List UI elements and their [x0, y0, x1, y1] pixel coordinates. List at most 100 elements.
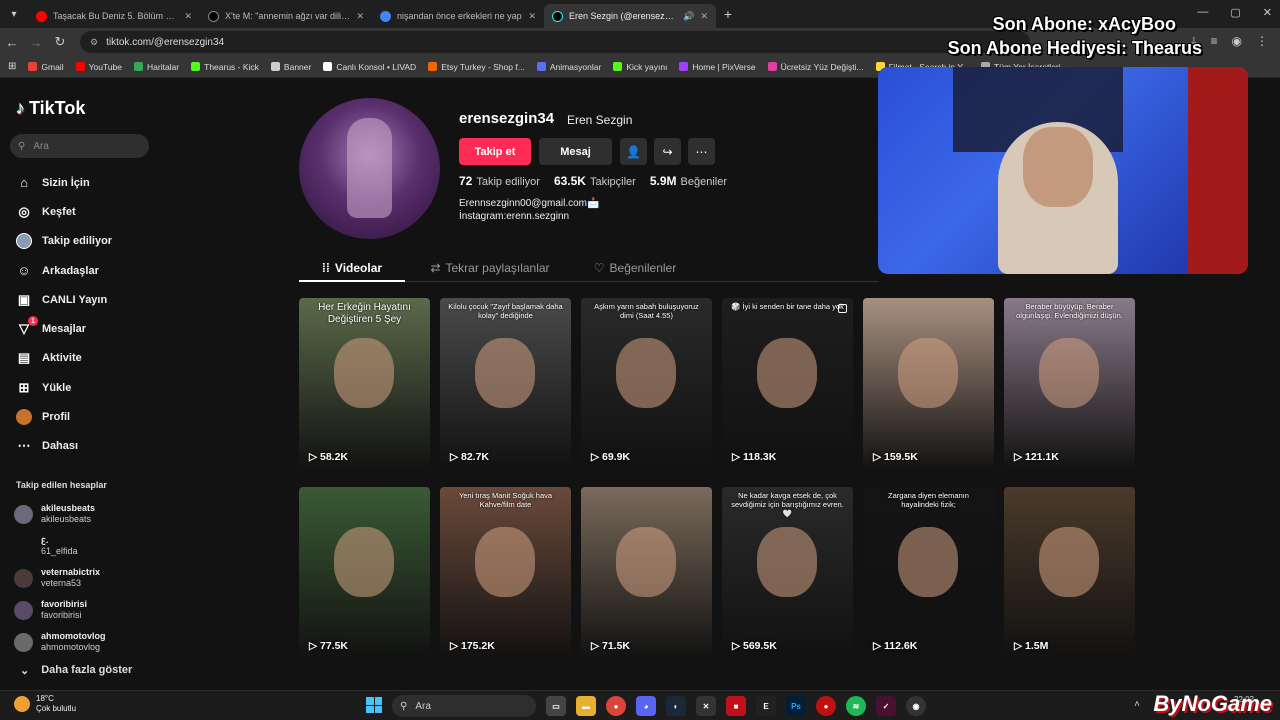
search-input[interactable]: ⚲ Ara	[10, 134, 149, 158]
close-icon[interactable]: ✕	[356, 11, 364, 22]
bookmark[interactable]: Haritalar	[134, 62, 179, 72]
close-icon[interactable]: ✕	[184, 11, 192, 22]
tab-search-chevron-icon[interactable]: ▾	[0, 9, 28, 20]
close-icon[interactable]: ✕	[528, 11, 536, 22]
message-button[interactable]: Mesaj	[539, 138, 612, 165]
video-card[interactable]: Her Erkeğin Hayatını Değiştiren 5 Şey ▷ 5…	[299, 298, 430, 471]
video-card[interactable]: ▷ 71.5K	[581, 487, 712, 660]
game-app-icon[interactable]: ■	[726, 696, 746, 716]
bookmark[interactable]: Thearus - Kick	[191, 62, 259, 72]
sidebar-item-profile[interactable]: Profil	[16, 402, 166, 431]
video-card[interactable]: 🎲 İyi ki senden bir tane daha yok ▷ 118.3…	[722, 298, 853, 471]
site-info-icon[interactable]: ⚙	[90, 37, 98, 48]
minimize-icon[interactable]: —	[1197, 6, 1208, 19]
sidebar-item-for-you[interactable]: ⌂ Sizin İçin	[16, 168, 166, 197]
account-icon[interactable]: ◉	[1232, 34, 1242, 49]
following-account[interactable]: akileusbeats akileusbeats	[14, 498, 164, 530]
sidebar-item-more[interactable]: ⋯ Dahası	[16, 432, 166, 461]
new-tab-button[interactable]: +	[716, 6, 740, 22]
taskbar-search[interactable]: ⚲ Ara	[392, 695, 536, 717]
sidebar-item-following[interactable]: Takip ediliyor	[16, 227, 166, 256]
tiktok-logo[interactable]: ♪ TikTok	[16, 98, 85, 119]
maximize-icon[interactable]: ▢	[1230, 6, 1240, 19]
show-more-label: Daha fazla göster	[41, 664, 133, 676]
windows-start-icon[interactable]	[366, 697, 382, 713]
video-card[interactable]: Beraber büyüyüp. Beraber olgunlaşıp. Evl…	[1004, 298, 1135, 471]
bookmark[interactable]: Gmail	[28, 62, 64, 72]
bookmark[interactable]: Home | PixVerse	[679, 62, 756, 72]
following-stat[interactable]: 72 Takip ediliyor	[459, 174, 540, 188]
editor-app-icon[interactable]: ✓	[876, 696, 896, 716]
sidebar-item-messages[interactable]: ▽ 1 Mesajlar	[16, 314, 166, 343]
bookmark-label: Banner	[283, 61, 312, 72]
followers-count: 63.5K	[553, 174, 586, 188]
show-more-accounts-button[interactable]: ⌄ Daha fazla göster	[20, 664, 132, 677]
file-explorer-icon[interactable]: ▬	[576, 696, 596, 716]
sidebar-item-activity[interactable]: ▤ Aktivite	[16, 344, 166, 373]
followers-stat[interactable]: 63.5K Takipçiler	[554, 174, 636, 188]
share-button[interactable]: ↪	[654, 138, 681, 165]
follow-button[interactable]: Takip et	[459, 138, 531, 165]
bookmark[interactable]: YouTube	[75, 62, 122, 72]
tab-reposts[interactable]: ⇄ Tekrar paylaşılanlar	[405, 254, 575, 281]
bookmark[interactable]: Banner	[270, 61, 312, 72]
sidebar-item-explore[interactable]: ◎ Keşfet	[16, 197, 166, 226]
url-field[interactable]: ⚙ tiktok.com/@erensezgin34	[80, 31, 1030, 53]
sidebar-item-label: Takip ediliyor	[42, 235, 113, 248]
back-icon[interactable]: ←	[0, 35, 24, 50]
browser-tab[interactable]: Taşacak Bu Deniz 5. Bölüm @trt ✕	[28, 4, 200, 28]
apps-grid-icon[interactable]: ⊞	[8, 61, 16, 72]
xbox-icon[interactable]: ✕	[696, 696, 716, 716]
play-icon: ▷	[1014, 451, 1025, 463]
sidebar-item-upload[interactable]: ⊞ Yükle	[16, 373, 166, 402]
bookmark-label: Etsy Turkey - Shop f...	[441, 61, 525, 72]
video-card[interactable]: ▷ 159.5K	[863, 298, 994, 471]
record-icon[interactable]: ●	[816, 696, 836, 716]
video-card[interactable]: Aşkım yarın sabah buluşuyoruz dimi (Saat…	[581, 298, 712, 471]
video-card[interactable]: Kilolu çocuk "Zayıf başlamak daha kolay"…	[440, 298, 571, 471]
tab-videos[interactable]: ⁞⁞ Videolar	[299, 254, 405, 282]
suggested-accounts-button[interactable]: 👤	[620, 138, 647, 165]
bookmark[interactable]: Kick yayını	[613, 62, 667, 72]
playlist-icon[interactable]: ≡	[1211, 34, 1218, 49]
close-icon[interactable]: ✕	[700, 11, 708, 22]
browser-tab[interactable]: nişandan önce erkekleri ne yap ✕	[372, 4, 544, 28]
sidebar-item-friends[interactable]: ☺ Arkadaşlar	[16, 256, 166, 285]
following-account[interactable]: favoribirisi favoribirisi	[14, 594, 164, 626]
task-view-icon[interactable]: ▭	[546, 696, 566, 716]
sidebar-item-live[interactable]: ▣ CANLI Yayın	[16, 285, 166, 314]
forward-icon[interactable]: →	[24, 35, 48, 50]
video-views: ▷ 58.2K	[309, 451, 348, 463]
steam-icon[interactable]: ◐	[666, 696, 686, 716]
following-account[interactable]: ꜫ. 61_elfida	[14, 530, 164, 562]
speaker-icon[interactable]: 🔊	[683, 11, 694, 22]
menu-icon[interactable]: ⋮	[1256, 34, 1268, 49]
browser-tab-active[interactable]: Eren Sezgin (@erensezgin34) 🔊 ✕	[544, 4, 716, 28]
obs-icon[interactable]: ◉	[906, 696, 926, 716]
window-controls: — ▢ ✕	[1197, 6, 1272, 19]
likes-count: 5.9M	[649, 174, 677, 188]
bookmark[interactable]: Ücretsiz Yüz Değişti...	[767, 62, 864, 72]
video-card[interactable]: Ne kadar kavga etsek de, çok sevdiğimiz …	[722, 487, 853, 660]
close-window-icon[interactable]: ✕	[1263, 6, 1272, 19]
video-card[interactable]: ▷ 1.5M	[1004, 487, 1135, 660]
video-card[interactable]: ▷ 77.5K	[299, 487, 430, 660]
following-account[interactable]: veternabictrix veterna53	[14, 562, 164, 594]
spotify-icon[interactable]: ≋	[846, 696, 866, 716]
more-options-button[interactable]: ⋯	[688, 138, 715, 165]
bookmark[interactable]: Animasyonlar	[536, 62, 601, 72]
epic-games-icon[interactable]: E	[756, 696, 776, 716]
discord-icon[interactable]: ◕	[636, 696, 656, 716]
system-tray-chevron-icon[interactable]: ˄	[1134, 699, 1140, 710]
video-card[interactable]: Yeni tıraş Manit Soğuk hava Kahve/film d…	[440, 487, 571, 660]
chrome-icon[interactable]: ●	[606, 696, 626, 716]
photoshop-icon[interactable]: Ps	[786, 696, 806, 716]
reload-icon[interactable]: ↻	[48, 34, 72, 50]
following-account[interactable]: ahmomotovlog ahmomotovlog	[14, 626, 164, 658]
browser-tab[interactable]: X'te M: "annemin ağzı var dili yok" ✕	[200, 4, 372, 28]
bookmark[interactable]: Etsy Turkey - Shop f...	[428, 62, 525, 72]
video-card[interactable]: Zargana diyen elemanın hayalindeki fizik…	[863, 487, 994, 660]
weather-widget[interactable]: 18°C Çok bulutlu	[14, 694, 76, 714]
bookmark[interactable]: Canlı Konsol • LIVAD	[323, 62, 416, 72]
tab-liked[interactable]: ♡ Beğenilenler	[575, 254, 695, 281]
